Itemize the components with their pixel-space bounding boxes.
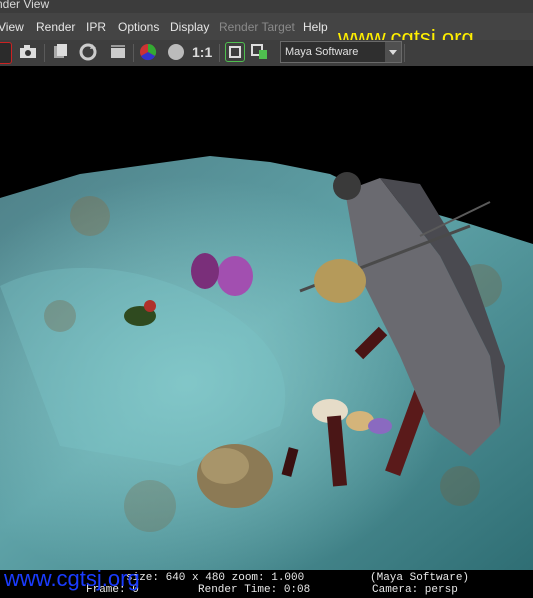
watermark-bottom: www.cgtsj.org — [4, 566, 140, 591]
menu-render-target[interactable]: Render Target — [219, 20, 295, 34]
toolbar-separator — [133, 44, 134, 62]
render-region-icon[interactable] — [0, 42, 12, 64]
menu-display[interactable]: Display — [170, 20, 209, 34]
menu-options[interactable]: Options — [118, 20, 159, 34]
status-camera: Camera: persp — [372, 584, 458, 596]
status-render-time: Render Time: 0:08 — [198, 584, 311, 596]
toolbar-separator — [404, 44, 405, 62]
rendered-scene-image — [0, 156, 533, 570]
status-renderer: (Maya Software) — [370, 572, 470, 584]
refresh-icon[interactable] — [78, 42, 98, 62]
keep-image-icon[interactable] — [225, 42, 245, 62]
menu-help[interactable]: Help — [303, 20, 328, 34]
alpha-channel-icon[interactable] — [166, 42, 186, 62]
rock — [197, 444, 273, 508]
snapshot-icon[interactable] — [18, 42, 38, 62]
toolbar-separator — [44, 44, 45, 62]
menu-view[interactable]: View — [0, 20, 24, 34]
renderer-dropdown[interactable]: Maya Software — [280, 41, 402, 63]
menu-ipr[interactable]: IPR — [86, 20, 106, 34]
render-sequence-icon[interactable] — [108, 42, 128, 62]
render-image[interactable] — [0, 66, 533, 570]
rgb-channel-icon[interactable] — [138, 42, 158, 62]
chevron-down-icon[interactable] — [385, 42, 401, 62]
window-titlebar: nder View — [0, 0, 533, 13]
ipr-icon[interactable] — [51, 42, 71, 62]
menu-bar: View Render IPR Options Display Render T… — [0, 13, 533, 50]
status-size-zoom: size: 640 x 480 zoom: 1.000 — [126, 572, 305, 584]
window-title: nder View — [0, 0, 50, 11]
renderer-dropdown-value: Maya Software — [285, 46, 359, 58]
remove-image-icon[interactable] — [250, 42, 270, 62]
menu-render[interactable]: Render — [36, 20, 75, 34]
render-toolbar: 1:1 Maya Software — [0, 40, 533, 66]
toolbar-separator — [219, 44, 220, 62]
real-size-button[interactable]: 1:1 — [192, 44, 212, 60]
